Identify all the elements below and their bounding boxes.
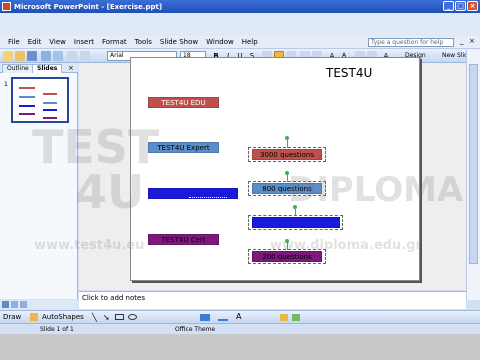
close-button[interactable]: × — [467, 1, 478, 11]
notes-pane[interactable]: Click to add notes — [79, 291, 466, 309]
shape-red-right[interactable]: 3000 questions — [252, 149, 322, 160]
shape-red-left[interactable]: TEST4U EDU — [148, 97, 219, 108]
shape-steel-right[interactable]: 800 questions — [252, 183, 322, 194]
menu-help[interactable]: Help — [238, 38, 262, 46]
tab-outline[interactable]: Outline — [2, 64, 34, 73]
menu-edit[interactable]: Edit — [24, 38, 46, 46]
menu-insert[interactable]: Insert — [70, 38, 98, 46]
menu-window[interactable]: Window — [202, 38, 238, 46]
title-bar: Microsoft PowerPoint - [Exercise.ppt] _ … — [0, 0, 480, 13]
shadow-style-icon[interactable] — [280, 314, 288, 321]
draw-menu[interactable]: Draw — [0, 313, 24, 321]
slides-pane: Outline Slides × 1 — [0, 63, 78, 299]
window-title: Microsoft PowerPoint - [Exercise.ppt] — [14, 2, 163, 11]
slide-count: Slide 1 of 1 — [40, 326, 74, 333]
shape-purple-right[interactable]: 200 questions — [252, 251, 322, 262]
line-icon[interactable]: ╲ — [92, 313, 97, 322]
rectangle-icon[interactable] — [115, 314, 124, 320]
save-icon[interactable] — [27, 51, 37, 61]
desktop-bottom — [0, 334, 480, 360]
design-theme: Office Theme — [175, 326, 216, 333]
menu-file[interactable]: File — [4, 38, 24, 46]
menu-bar: File Edit View Insert Format Tools Slide… — [0, 36, 480, 49]
status-bar: Slide 1 of 1 Office Theme — [0, 323, 480, 334]
powerpoint-icon — [2, 2, 11, 11]
maximize-button[interactable]: □ — [455, 1, 466, 11]
font-color-draw-icon[interactable]: A — [236, 311, 241, 323]
menu-slideshow[interactable]: Slide Show — [156, 38, 202, 46]
autoshapes-menu[interactable]: AutoShapes — [42, 311, 84, 323]
select-objects-icon[interactable] — [30, 313, 38, 321]
3d-style-icon[interactable] — [292, 314, 300, 321]
slideshow-view-icon[interactable] — [20, 301, 27, 308]
preview-icon[interactable] — [53, 51, 63, 61]
desktop-strip — [0, 13, 480, 36]
fill-color-icon[interactable] — [200, 314, 210, 321]
menu-format[interactable]: Format — [98, 38, 131, 46]
oval-icon[interactable] — [128, 314, 137, 320]
open-icon[interactable] — [15, 51, 25, 61]
cut-icon[interactable] — [67, 51, 77, 61]
shape-blue-dotted-line — [189, 197, 227, 198]
line-color-icon[interactable] — [218, 314, 228, 321]
slide-number: 1 — [4, 81, 8, 88]
view-buttons — [0, 300, 78, 310]
slide-title[interactable]: TEST4U — [326, 66, 372, 80]
slide-thumbnail[interactable] — [11, 77, 69, 123]
shape-purple-left[interactable]: TEST4U Cert — [148, 234, 219, 245]
pane-close-icon[interactable]: × — [68, 64, 74, 72]
print-icon[interactable] — [41, 51, 51, 61]
new-icon[interactable] — [3, 51, 13, 61]
doc-minimize-icon[interactable]: _ — [460, 37, 467, 46]
menu-tools[interactable]: Tools — [131, 38, 156, 46]
shape-steel-left[interactable]: TEST4U Expert — [148, 142, 219, 153]
normal-view-icon[interactable] — [2, 301, 9, 308]
drawing-toolbar: Draw AutoShapes ╲ ➘ A — [0, 310, 480, 323]
doc-close-icon[interactable]: × — [469, 37, 476, 46]
vertical-scrollbar[interactable] — [466, 50, 480, 300]
shape-blue-right[interactable] — [252, 217, 340, 228]
arrow-icon[interactable]: ➘ — [103, 313, 110, 322]
minimize-button[interactable]: _ — [443, 1, 454, 11]
tab-slides[interactable]: Slides — [32, 64, 63, 73]
slide[interactable]: TEST4U TEST4U EDU TEST4U Expert TEST4U C… — [130, 57, 420, 281]
help-search-input[interactable]: Type a question for help — [368, 38, 454, 47]
scroll-thumb[interactable] — [469, 64, 478, 264]
undo-icon[interactable] — [80, 51, 90, 61]
menu-view[interactable]: View — [45, 38, 70, 46]
sorter-view-icon[interactable] — [11, 301, 18, 308]
